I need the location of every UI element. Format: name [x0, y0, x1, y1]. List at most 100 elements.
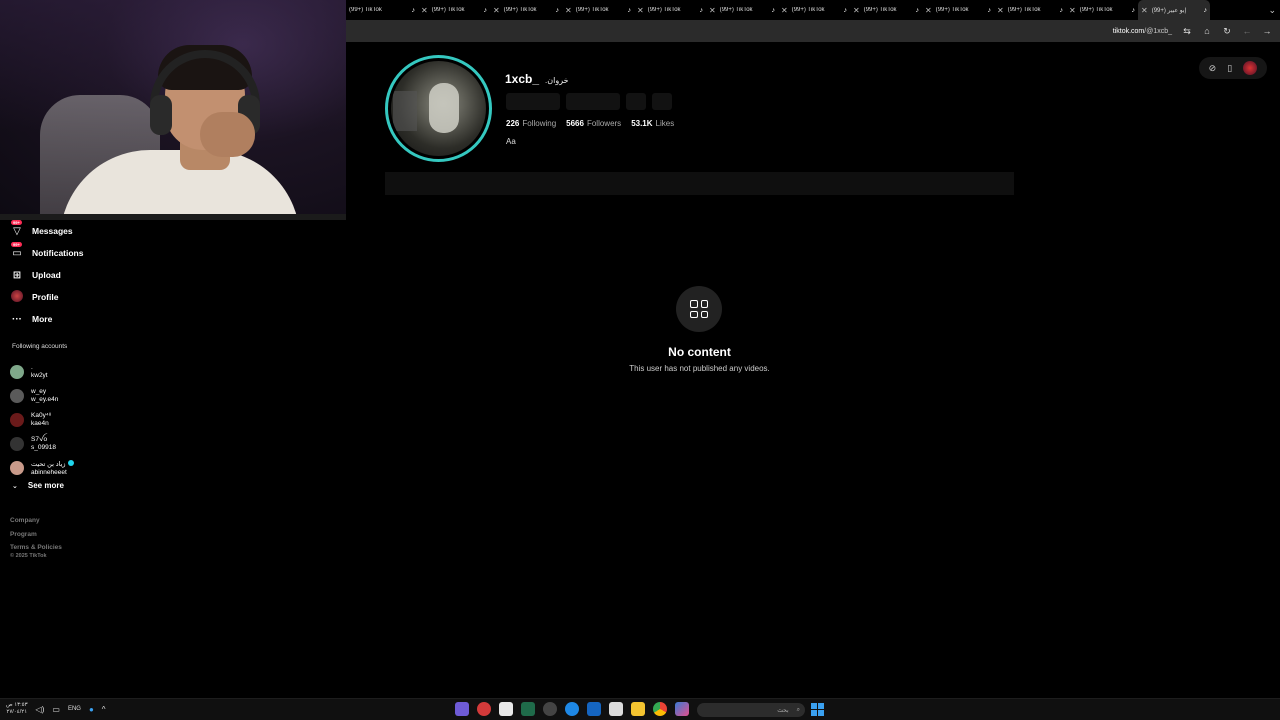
following-account[interactable]: Ka0y⁴⁸ kae4n [10, 408, 130, 432]
empty-state-subtitle: This user has not published any videos. [629, 364, 770, 373]
app-icon[interactable] [477, 702, 491, 716]
sidebar-item-messages[interactable]: ▽ 99+ Messages [10, 219, 130, 242]
file-explorer-icon[interactable] [631, 702, 645, 716]
sidebar-item-notifications[interactable]: ▭ 99+ Notifications [10, 241, 130, 264]
volume-icon[interactable]: ◁) [36, 705, 45, 714]
compass-icon[interactable]: ⊘ [1209, 63, 1217, 74]
browser-tab[interactable]: ✕ (99+) TikTok ♪ [706, 0, 778, 20]
search-icon: ⌕ [796, 706, 800, 713]
tab-title: (99+) TikTok [935, 7, 969, 13]
microphone-icon[interactable]: ● [89, 705, 94, 714]
browser-tab[interactable]: ✕ (99+) TikTok ♪ [778, 0, 850, 20]
chrome-app-icon[interactable] [653, 702, 667, 716]
sidebar-item-upload[interactable]: ⊞ Upload [10, 264, 130, 286]
phone-icon[interactable]: ▯ [1227, 63, 1232, 74]
followers-stat[interactable]: 5666 Followers [566, 119, 621, 128]
profile-name-row: 1xcb_ .خروان [505, 72, 569, 86]
reload-icon[interactable]: ↻ [1222, 26, 1232, 37]
close-icon[interactable]: ✕ [709, 6, 716, 15]
tiktok-icon: ♪ [483, 6, 488, 14]
browser-tab[interactable]: ✕ (99+) TikTok ♪ [490, 0, 562, 20]
close-icon[interactable]: ✕ [925, 6, 932, 15]
close-icon[interactable]: ✕ [565, 6, 572, 15]
follow-button-placeholder[interactable] [506, 93, 560, 110]
tab-list-chevron-icon[interactable]: ⌄ [1268, 5, 1280, 16]
browser-tab[interactable]: ✕ (99+) TikTok ♪ [418, 0, 490, 20]
message-button-placeholder[interactable] [566, 93, 620, 110]
upload-icon: ⊞ [12, 269, 22, 281]
following-account[interactable]: زياد بن تحيت abinneheeet [10, 456, 130, 480]
app-icon[interactable] [499, 702, 513, 716]
tiktok-icon: ♪ [843, 6, 848, 14]
excel-app-icon[interactable] [521, 702, 535, 716]
profile-avatar-icon [10, 289, 24, 305]
browser-tab[interactable]: ✕ (99+) TikTok ♪ [634, 0, 706, 20]
share-button-placeholder[interactable] [626, 93, 646, 110]
headphone-cup-left [150, 95, 172, 135]
close-icon[interactable]: ✕ [493, 6, 500, 15]
copyright: © 2025 TikTok [10, 553, 47, 559]
profile-avatar [391, 61, 486, 156]
close-icon[interactable]: ✕ [997, 6, 1004, 15]
profile-avatar-ring[interactable] [385, 55, 492, 162]
verified-badge-icon [67, 459, 74, 466]
language-indicator[interactable]: ENG [68, 706, 81, 712]
profile-nickname: .خروان [545, 76, 569, 85]
browser-tab[interactable]: (99+) TikTok ♪ [346, 0, 418, 20]
forward-icon[interactable]: ← [1242, 26, 1252, 36]
close-icon[interactable]: ✕ [421, 6, 428, 15]
home-icon[interactable]: ⌂ [1202, 26, 1212, 36]
tab-title: (99+) TikTok [349, 7, 382, 13]
account-avatar [10, 389, 24, 403]
footer-link-company[interactable]: Company [10, 514, 62, 528]
app-icon[interactable] [565, 702, 579, 716]
copilot-app-icon[interactable] [675, 702, 689, 716]
following-account[interactable]: . kw2yt [10, 360, 130, 384]
profile-username: 1xcb_ [505, 72, 540, 86]
site-settings-icon[interactable]: ⇆ [1182, 26, 1192, 37]
notifications-icon: ▭ 99+ [11, 241, 22, 259]
outlook-app-icon[interactable] [587, 702, 601, 716]
tiktok-icon: ♪ [1059, 6, 1064, 14]
browser-tab[interactable]: ✕ (99+) TikTok ♪ [1066, 0, 1138, 20]
store-app-icon[interactable] [609, 702, 623, 716]
clock[interactable]: ١٣:٥٣ ص ٢٧/٠٤/٢١ [6, 702, 28, 716]
network-icon[interactable]: ▭ [52, 705, 60, 714]
app-icon[interactable] [543, 702, 557, 716]
back-icon[interactable]: → [1262, 26, 1272, 36]
footer-link-program[interactable]: Program [10, 528, 62, 542]
webcam-person-hand [200, 112, 255, 157]
sidebar-item-profile[interactable]: Profile [10, 286, 130, 308]
tab-title: (99+) إبو عبير [1151, 7, 1187, 14]
sidebar-item-label: Upload [32, 270, 61, 280]
browser-tab-strip: (99+) TikTok ♪ ✕ (99+) TikTok ♪ ✕ (99+) TikT… [346, 0, 1280, 20]
close-icon[interactable]: ✕ [853, 6, 860, 15]
taskbar-search[interactable]: بحث ⌕ [697, 703, 805, 717]
profile-tabs-placeholder [385, 172, 1014, 195]
browser-tab[interactable]: ✕ (99+) TikTok ♪ [850, 0, 922, 20]
following-account[interactable]: S7ꪜo s_09918 [10, 432, 130, 456]
browser-tab[interactable]: ✕ (99+) TikTok ♪ [922, 0, 994, 20]
tab-title: (99+) TikTok [575, 7, 609, 13]
chevron-up-icon[interactable]: ^ [102, 705, 106, 714]
following-stat[interactable]: 226 Following [506, 119, 556, 128]
sidebar-item-more[interactable]: ··· More [10, 308, 130, 330]
tab-title: (99+) TikTok [791, 7, 825, 13]
following-account[interactable]: w_ey w_ey.e4n [10, 384, 130, 408]
more-options-button-placeholder[interactable] [652, 93, 672, 110]
close-icon[interactable]: ✕ [637, 6, 644, 15]
browser-tab[interactable]: ✕ (99+) TikTok ♪ [994, 0, 1066, 20]
close-icon[interactable]: ✕ [781, 6, 788, 15]
close-icon[interactable]: ✕ [1069, 6, 1076, 15]
see-more-button[interactable]: ⌄ See more [12, 481, 64, 490]
taskbar: ١٣:٥٣ ص ٢٧/٠٤/٢١ ◁) ▭ ENG ● ^ بحث ⌕ [0, 698, 1280, 720]
close-icon[interactable]: ✕ [1141, 6, 1148, 15]
discord-app-icon[interactable] [455, 702, 469, 716]
browser-tab-active[interactable]: ✕ (99+) إبو عبير ♪ [1138, 0, 1210, 20]
windows-start-icon[interactable] [811, 703, 824, 716]
url-text[interactable]: tiktok.com/@1xcb_ [1113, 28, 1172, 35]
browser-tab[interactable]: ✕ (99+) TikTok ♪ [562, 0, 634, 20]
user-avatar[interactable] [1243, 61, 1258, 75]
account-avatar [10, 461, 24, 475]
tab-title: (99+) TikTok [1007, 7, 1041, 13]
